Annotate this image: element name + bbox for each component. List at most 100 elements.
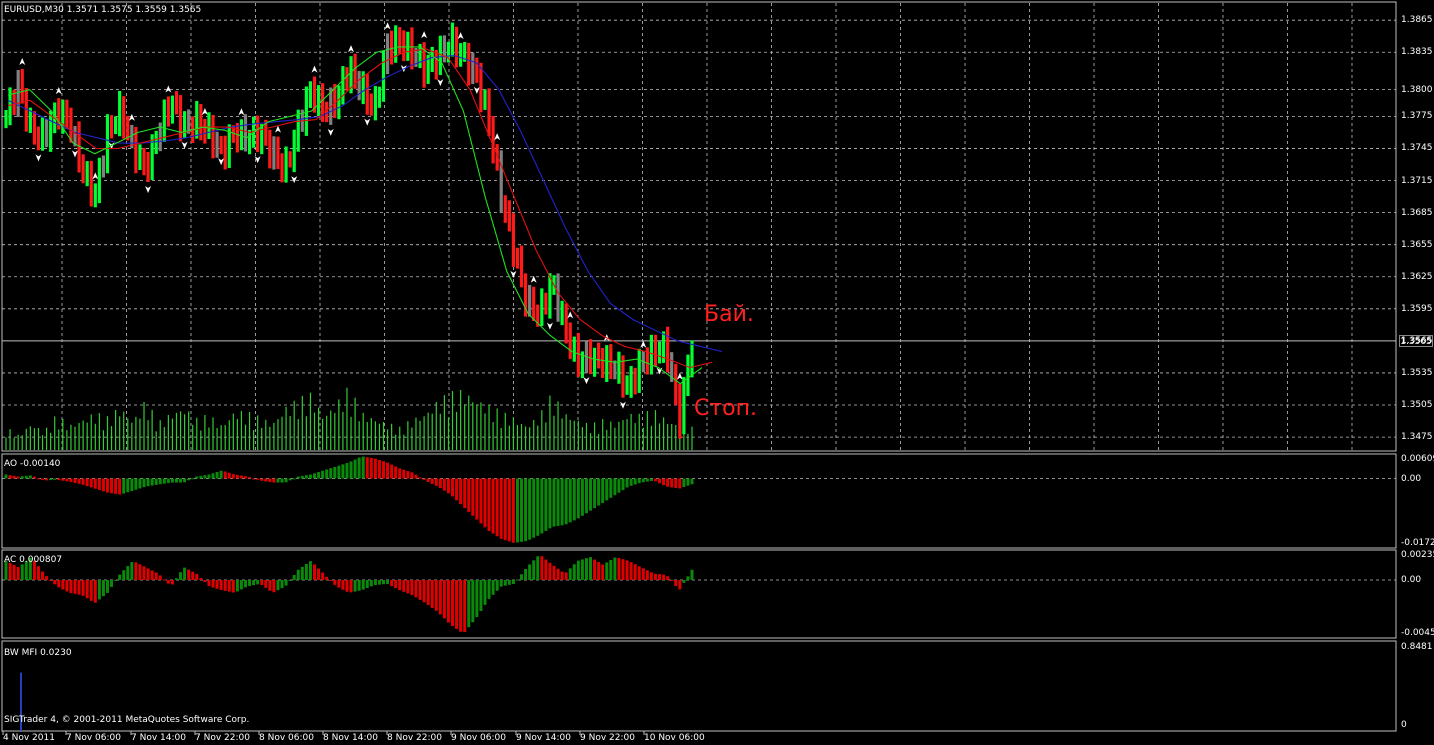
price-tick-label: 1.3715 [1401, 175, 1433, 186]
price-bar [629, 366, 633, 398]
ao-bar [49, 478, 53, 481]
ao-bar [235, 474, 239, 479]
ao-bar [101, 478, 105, 492]
ao-bar [580, 478, 584, 516]
price-tick-label: 1.3865 [1401, 15, 1433, 26]
ac-bar [402, 580, 406, 592]
price-tick-label: 1.3565 [1401, 335, 1433, 346]
ac-bar [174, 578, 178, 581]
ao-bar [154, 478, 158, 485]
ac-bar [219, 580, 223, 590]
price-bar [601, 347, 605, 378]
ac-bar [690, 569, 694, 581]
ao-bar [386, 462, 390, 479]
panel-frame-ao [1, 453, 1397, 549]
ac-tick-label: -0.00454 [1401, 628, 1434, 638]
price-bar [637, 348, 641, 393]
ao-tick-label: -0.01725 [1401, 538, 1434, 548]
ac-bar [552, 565, 556, 581]
ac-bar [199, 577, 203, 581]
ao-bar [325, 469, 329, 479]
ac-bar [61, 580, 65, 590]
ao-bar [114, 478, 118, 494]
ao-bar [134, 478, 138, 490]
ao-bar [463, 478, 467, 509]
fractal-down-icon [583, 377, 590, 385]
fractal-down-icon [437, 79, 444, 87]
ao-bar [4, 474, 8, 479]
ao-bar [402, 469, 406, 479]
ao-bar [231, 474, 235, 479]
price-bar [174, 91, 179, 115]
ac-bar [499, 580, 503, 587]
ao-bar [690, 478, 694, 485]
ac-bar [85, 580, 89, 599]
price-bar [32, 111, 37, 145]
ac-bar [483, 580, 487, 605]
price-bar [454, 26, 459, 68]
price-bar [406, 31, 410, 61]
ac-bar [345, 580, 349, 592]
ao-bar [28, 475, 32, 479]
price-bar [211, 114, 215, 159]
price-bar [16, 69, 20, 118]
ac-bar [536, 556, 540, 581]
ao-bar [390, 464, 394, 479]
ac-bar [101, 580, 105, 597]
ao-bar [653, 478, 657, 482]
ac-bar [686, 576, 690, 581]
ac-bar [430, 580, 434, 608]
ao-bar [528, 478, 532, 540]
price-bar [308, 81, 313, 108]
price-bar [292, 129, 296, 173]
ac-bar [93, 580, 97, 603]
ao-bar [110, 478, 114, 494]
buy-annotation: Бай. [704, 302, 754, 328]
price-bar [564, 303, 568, 344]
ac-bar [337, 580, 341, 588]
ac-bar [406, 580, 410, 594]
ac-bar [625, 560, 629, 581]
price-bar [483, 89, 487, 110]
price-bar [235, 123, 239, 153]
price-bar [288, 151, 292, 168]
ac-bar [110, 580, 114, 587]
ao-bar [649, 478, 653, 481]
ac-bar [276, 580, 280, 591]
ao-bar [105, 478, 109, 493]
price-bar [105, 114, 110, 174]
ao-bar [166, 478, 170, 483]
price-bar [511, 213, 515, 267]
ao-bar [564, 478, 568, 525]
ao-bar [394, 466, 398, 479]
ao-bar [369, 457, 373, 479]
price-bar [341, 66, 345, 105]
ac-bar [564, 572, 568, 581]
price-bar [276, 136, 280, 169]
ao-bar [219, 470, 223, 479]
ac-bar [487, 580, 491, 599]
bwmfi-tick-label: 0 [1401, 720, 1407, 730]
ac-bar [179, 572, 183, 581]
price-bar [686, 354, 690, 397]
price-bar [390, 30, 394, 65]
ac-bar [674, 580, 678, 586]
ao-bar [524, 478, 528, 542]
price-bar [402, 30, 406, 62]
price-bar [280, 153, 284, 183]
ac-bar [629, 562, 633, 581]
price-bar [682, 376, 686, 435]
ac-bar [41, 571, 45, 581]
ao-bar [361, 456, 365, 479]
price-bar [633, 367, 637, 395]
fractal-up-icon [384, 22, 391, 30]
ac-bar [641, 568, 645, 581]
price-bar [605, 345, 609, 382]
chart-canvas[interactable] [0, 0, 1434, 745]
time-tick-label: 9 Nov 06:00 [451, 733, 506, 743]
ao-bar [495, 478, 499, 537]
ao-bar [617, 478, 621, 493]
ac-bar [329, 580, 333, 582]
ao-bar [183, 478, 187, 483]
ao-tick-label: 0.00609 [1401, 454, 1434, 464]
